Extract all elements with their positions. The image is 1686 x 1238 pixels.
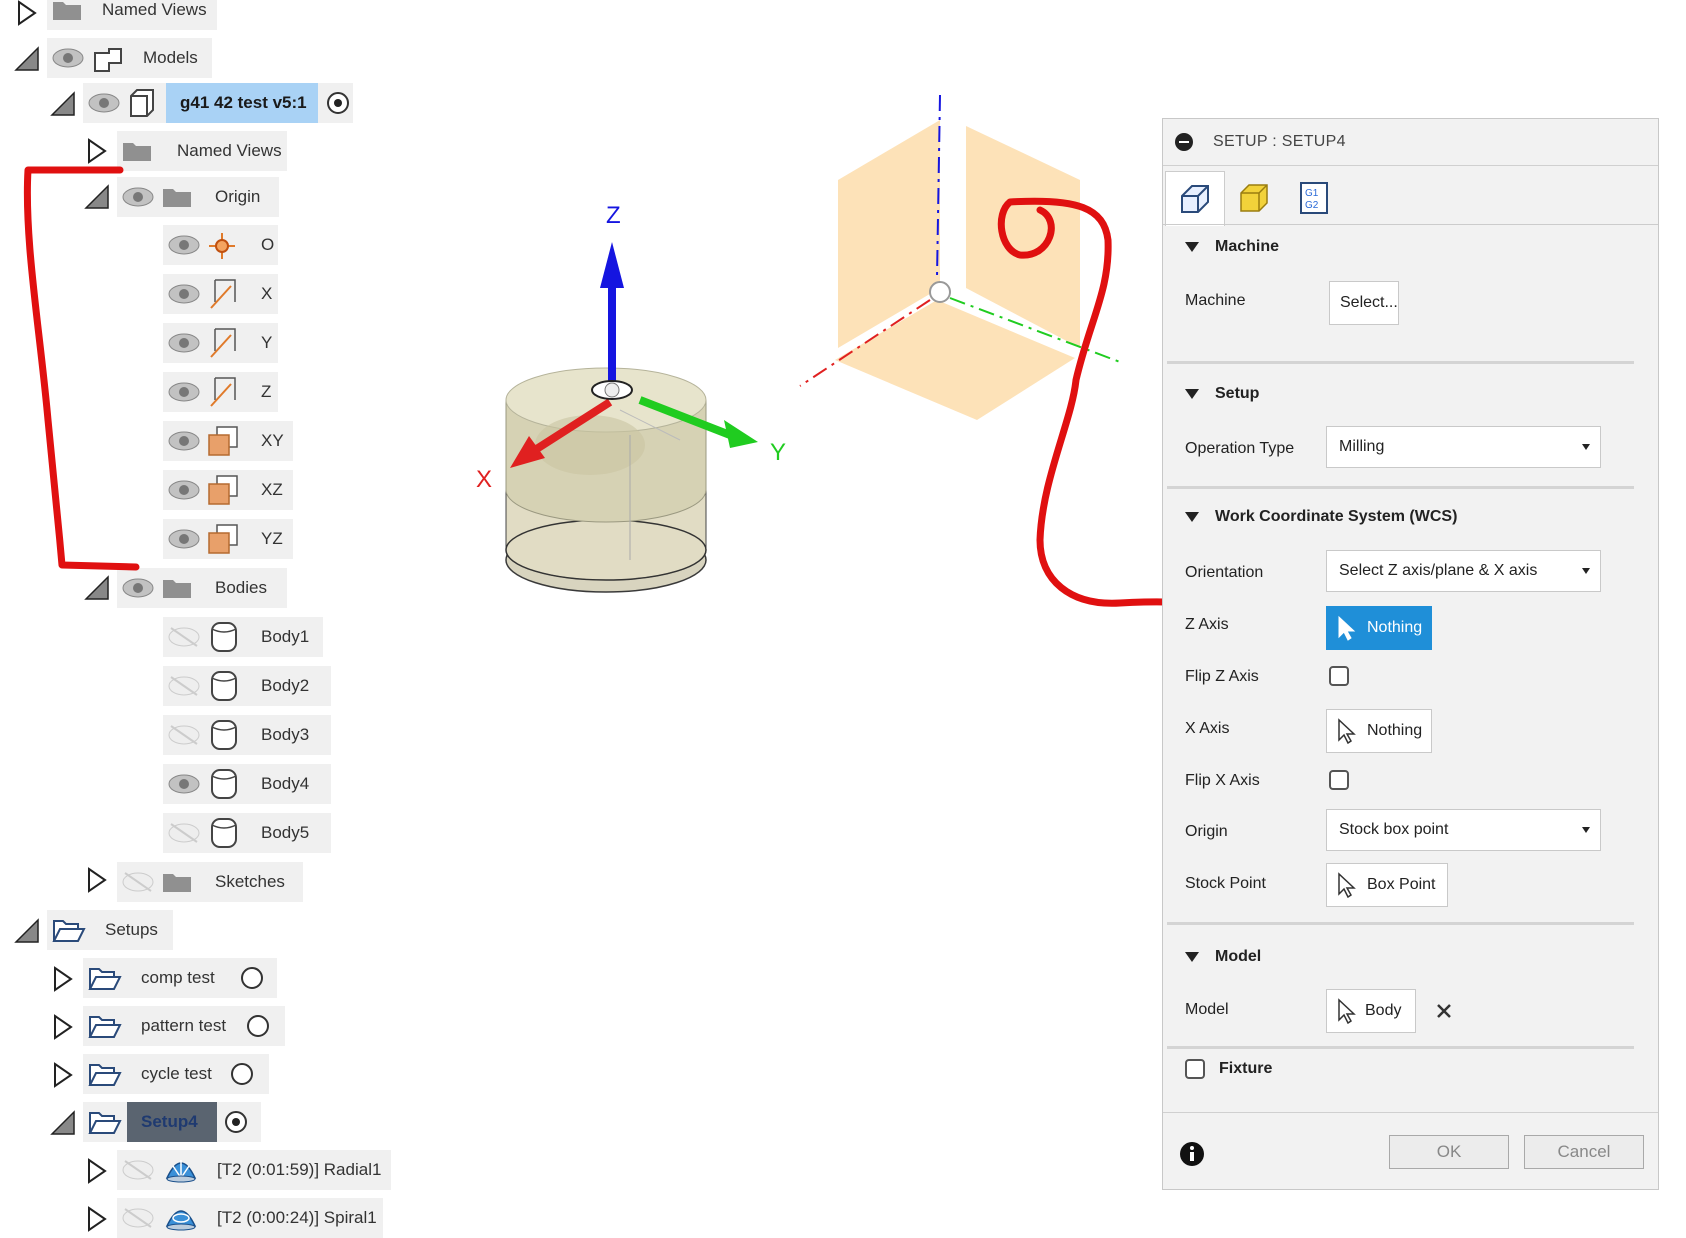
dialog-title: SETUP : SETUP4 (1213, 133, 1346, 150)
flip-z-checkbox[interactable] (1329, 666, 1349, 686)
cursor-arrow-icon (1338, 615, 1356, 641)
x-axis-selector[interactable]: Nothing (1326, 709, 1432, 753)
origin-dropdown[interactable]: Stock box point (1326, 809, 1601, 851)
model-label: Model (1185, 1001, 1229, 1018)
collapse-triangle-icon (1185, 952, 1199, 962)
dropdown-arrow-icon (1582, 568, 1590, 574)
collapse-triangle-icon (1185, 242, 1199, 252)
origin-label: Origin (1185, 823, 1228, 840)
stock-point-label: Stock Point (1185, 875, 1266, 892)
tab-post-process[interactable]: G1 G2 (1285, 171, 1343, 225)
collapse-triangle-icon (1185, 512, 1199, 522)
orientation-label: Orientation (1185, 564, 1264, 581)
cancel-button[interactable]: Cancel (1524, 1135, 1644, 1169)
z-axis-selector[interactable]: Nothing (1326, 606, 1432, 650)
dropdown-arrow-icon (1582, 444, 1590, 450)
flip-x-checkbox[interactable] (1329, 770, 1349, 790)
flip-z-label: Flip Z Axis (1185, 668, 1259, 685)
svg-text:G2: G2 (1305, 200, 1319, 211)
stock-box-icon (1240, 184, 1268, 212)
cursor-arrow-icon (1338, 872, 1356, 898)
section-setup-header[interactable]: Setup (1185, 372, 1259, 416)
cursor-arrow-icon (1338, 718, 1356, 744)
setup-tab-icon (1181, 185, 1209, 213)
section-wcs-header[interactable]: Work Coordinate System (WCS) (1185, 495, 1457, 539)
machine-label: Machine (1185, 292, 1246, 309)
tab-stock[interactable] (1225, 171, 1283, 225)
x-axis-label: X Axis (1185, 720, 1230, 737)
model-selector[interactable]: Body (1326, 989, 1416, 1033)
machine-select-button[interactable]: Select... (1329, 281, 1399, 325)
svg-text:G1: G1 (1305, 188, 1319, 199)
section-machine-header[interactable]: Machine (1185, 225, 1279, 269)
operation-type-label: Operation Type (1185, 440, 1295, 457)
operation-type-dropdown[interactable]: Milling (1326, 426, 1601, 468)
g-code-icon: G1G2 (1300, 182, 1328, 214)
collapse-dialog-icon[interactable] (1175, 133, 1193, 151)
fixture-label: Fixture (1219, 1060, 1273, 1077)
ok-button[interactable]: OK (1389, 1135, 1509, 1169)
orientation-dropdown[interactable]: Select Z axis/plane & X axis (1326, 550, 1601, 592)
z-axis-label: Z Axis (1185, 616, 1229, 633)
dialog-title-bar: SETUP : SETUP4 (1163, 119, 1658, 166)
fixture-checkbox[interactable] (1185, 1059, 1205, 1079)
setup-dialog: SETUP : SETUP4 G1 G2 Machine Machine Sele… (1162, 118, 1659, 1190)
tab-setup[interactable] (1165, 171, 1225, 226)
collapse-triangle-icon (1185, 389, 1199, 399)
cursor-arrow-icon (1338, 998, 1356, 1024)
info-icon[interactable] (1179, 1141, 1205, 1167)
dropdown-arrow-icon (1582, 827, 1590, 833)
stock-point-selector[interactable]: Box Point (1326, 863, 1448, 907)
section-model-header[interactable]: Model (1185, 935, 1261, 979)
flip-x-label: Flip X Axis (1185, 772, 1260, 789)
clear-selection-icon[interactable] (1435, 1002, 1453, 1020)
